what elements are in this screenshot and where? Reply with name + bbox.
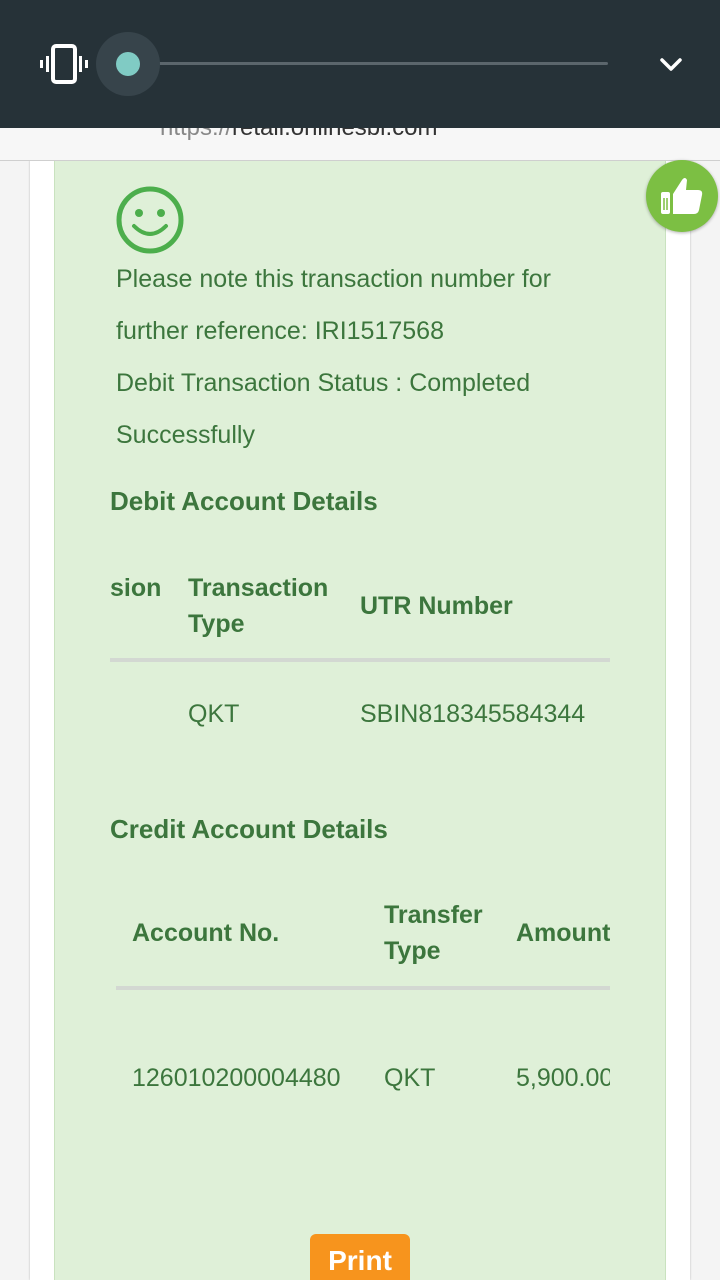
chevron-down-icon[interactable] — [656, 50, 686, 80]
credit-header-type: Type — [384, 937, 441, 965]
status-line2: Successfully — [116, 421, 255, 449]
credit-details-title: Credit Account Details — [110, 814, 388, 844]
transaction-note-line2: further reference: IRI1517568 — [116, 317, 444, 345]
smiley-icon — [116, 186, 184, 254]
volume-panel — [0, 0, 720, 128]
vibrate-icon[interactable] — [38, 44, 90, 84]
address-bar[interactable]: https://retail.onlinesbi.com — [0, 128, 720, 161]
print-button[interactable]: Print — [310, 1234, 410, 1280]
thumbs-up-icon — [661, 178, 703, 214]
credit-header-account: Account No. — [132, 919, 280, 947]
credit-cell-transfer-type: QKT — [384, 1064, 436, 1092]
table-divider — [110, 658, 610, 662]
debit-cell-transaction-type: QKT — [188, 700, 240, 728]
screen: https://retail.onlinesbi.com Please note… — [0, 0, 720, 1280]
credit-cell-amount: 5,900.00 — [516, 1064, 610, 1092]
debit-details-table[interactable]: sion Transaction Type UTR Number QKT SBI… — [110, 560, 610, 750]
credit-cell-account-no: 126010200004480 — [132, 1064, 341, 1092]
status-line1: Debit Transaction Status : Completed — [116, 369, 531, 397]
volume-slider-thumb[interactable] — [116, 52, 140, 76]
feedback-button[interactable] — [646, 160, 718, 232]
debit-header-transaction: Transaction — [188, 574, 329, 602]
credit-details-table[interactable]: Account No. Transfer Type Amount 1260102… — [110, 890, 610, 1110]
volume-slider-track[interactable] — [128, 62, 608, 65]
debit-header-utr: UTR Number — [360, 592, 513, 620]
debit-header-partial: sion — [110, 574, 162, 602]
url-text: https://retail.onlinesbi.com — [160, 128, 437, 142]
credit-header-transfer: Transfer — [384, 901, 483, 929]
debit-cell-utr: SBIN818345584344 — [360, 700, 586, 728]
transaction-note-line1: Please note this transaction number for — [116, 265, 551, 293]
debit-details-title: Debit Account Details — [110, 486, 378, 516]
debit-header-type: Type — [188, 610, 245, 638]
table-divider — [116, 986, 610, 990]
credit-header-amount: Amount — [516, 919, 610, 947]
